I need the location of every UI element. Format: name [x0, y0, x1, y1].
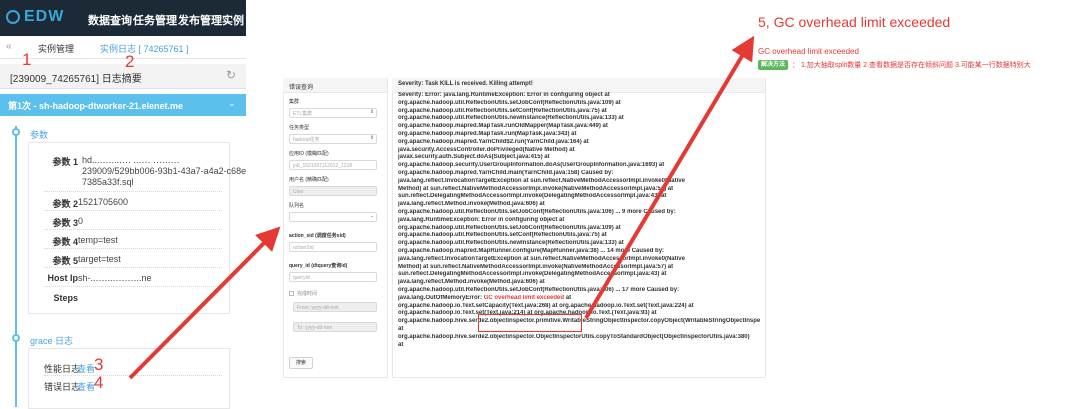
- arrow-to-callout: [584, 35, 755, 320]
- arrow-to-query-panel: [128, 226, 281, 380]
- annotation-arrows: [128, 35, 755, 380]
